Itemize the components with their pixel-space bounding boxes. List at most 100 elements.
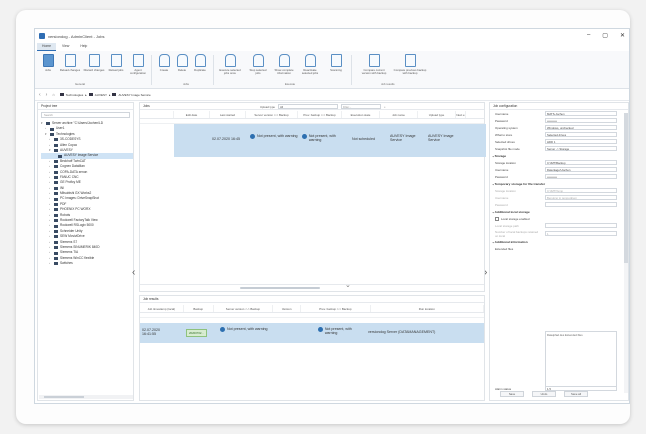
column-header[interactable]: Prev. backup <-> Backup — [298, 111, 342, 118]
table-row[interactable]: 02.07.2020 16:45 Not present, with warni… — [174, 124, 486, 157]
jobs-button[interactable]: Jobs — [37, 54, 59, 72]
reload-changes-button[interactable]: Reload changes — [59, 54, 81, 72]
horizontal-scrollbar[interactable] — [140, 284, 484, 291]
what-to-store-select[interactable]: Selected drives — [545, 132, 617, 137]
reload-jobs-button[interactable]: Reload jobs — [105, 54, 127, 72]
show-info-button[interactable]: Show complete information — [273, 54, 295, 75]
tree-view: ▾ Server archive "C:\Users\Jochen\LD › User… — [38, 121, 133, 267]
server-vs-backup-cell: Not present, with warning — [220, 327, 270, 332]
chevron-right-icon[interactable]: › — [49, 261, 52, 266]
section-header[interactable]: ⌄ Additional information — [490, 238, 628, 245]
undo-button[interactable]: Undo — [532, 391, 556, 397]
column-header[interactable]: Server version <-> Backup — [246, 111, 298, 118]
password-field[interactable]: •••••••••• — [545, 118, 617, 123]
column-header[interactable]: Backup — [184, 305, 214, 312]
tab-view[interactable]: View — [57, 43, 74, 51]
column-header[interactable]: Job name — [380, 111, 418, 118]
server-vs-backup-cell: Not present, with warning — [250, 134, 302, 139]
app-logo-icon — [39, 33, 45, 39]
jobs-search-input[interactable]: Filter... — [340, 104, 381, 109]
extended-files-textarea[interactable]: Dateipfad des Extended files — [545, 331, 617, 387]
selected-drives-field[interactable]: HDD 1 — [545, 139, 617, 144]
compare-prev-icon — [404, 54, 416, 67]
panel-title: Job results — [143, 297, 159, 301]
close-button[interactable]: ✕ — [620, 32, 625, 39]
column-header[interactable]: Server version <-> Backup — [214, 305, 274, 312]
temp-password-field[interactable] — [545, 202, 617, 207]
column-header[interactable]: Run location — [371, 305, 484, 312]
jobs-icon — [42, 54, 54, 67]
duplicate-button[interactable]: Duplicate — [189, 54, 211, 72]
column-header[interactable]: Execution state — [342, 111, 380, 118]
back-icon[interactable]: ‹ — [39, 92, 41, 98]
stop-button[interactable]: Stop selected jobs — [247, 54, 269, 75]
snapshot-mode-select[interactable]: Server -> Storage — [545, 146, 617, 151]
property-row: Storage location C:\IMT\Temp — [490, 187, 628, 194]
execute-button[interactable]: Execute selected jobs once — [219, 54, 241, 75]
scanning-button[interactable]: Scanning — [325, 54, 347, 72]
folder-icon — [54, 165, 58, 169]
local-path-field[interactable] — [545, 223, 617, 228]
breadcrumb-item[interactable]: Technologies — [66, 93, 84, 97]
collapse-left-icon[interactable]: ‹ — [132, 267, 135, 278]
scrollbar-thumb[interactable] — [624, 113, 628, 263]
table-row[interactable]: 02.07.2020 16:41:55 20200702... Not pres… — [140, 323, 484, 343]
storage-location-field[interactable]: C:\IMT\Backup — [545, 160, 617, 165]
forward-icon[interactable]: › — [46, 92, 48, 98]
property-row: Local storage path — [490, 222, 628, 229]
breadcrumb-item[interactable]: AUVESY Image Service — [118, 93, 150, 97]
folder-icon — [54, 138, 58, 142]
tab-help[interactable]: Help — [75, 43, 92, 51]
reactivate-button[interactable]: Reactivate selected jobs — [299, 54, 321, 75]
chevron-down-icon[interactable]: ▾ — [41, 121, 44, 126]
scrollbar-thumb[interactable] — [240, 287, 320, 289]
agent-configuration-button[interactable]: Agent configuration — [127, 54, 149, 75]
storage-username-field[interactable]: Datenlager\Jochen — [545, 167, 617, 172]
horizontal-scrollbar[interactable] — [39, 395, 133, 399]
operating-system-select[interactable]: Windows, unchecked — [545, 125, 617, 130]
local-storage-checkbox[interactable] — [495, 216, 499, 221]
reactivate-icon — [304, 54, 316, 67]
scrollbar-thumb[interactable] — [44, 396, 84, 398]
chevron-down-icon[interactable]: ⌄ — [345, 281, 351, 289]
home-icon[interactable]: ⌂ — [52, 92, 54, 97]
column-header[interactable]: Version — [273, 305, 302, 312]
column-header[interactable]: Edit date — [174, 111, 210, 118]
window-title: versiondog - AdminClient - Jobs — [48, 33, 105, 39]
maximize-button[interactable]: ▢ — [602, 32, 608, 39]
breadcrumb: Technologies ▸ AUVESY ▸ AUVESY Image Ser… — [59, 93, 151, 97]
section-header[interactable]: ⌄ Temporary storage for file transfer — [490, 180, 628, 187]
compare-previous-button[interactable]: Compare previous backup with backup — [393, 54, 427, 75]
search-icon[interactable]: ⌕ — [384, 105, 386, 109]
section-header[interactable]: ⌄ Additional local storage — [490, 208, 628, 215]
column-filter-row[interactable] — [140, 313, 484, 318]
minimize-button[interactable]: – — [587, 32, 590, 39]
chevron-down-icon[interactable]: ▾ — [49, 148, 52, 153]
column-header[interactable]: Upload type — [418, 111, 456, 118]
username-field[interactable]: MATS-Jochen — [545, 111, 617, 116]
column-header[interactable]: Next e — [456, 111, 466, 118]
upload-type-select[interactable]: All — [277, 104, 338, 109]
save-button[interactable]: Save — [500, 391, 524, 397]
temp-username-field[interactable]: Benutzer in temporärem — [545, 195, 617, 200]
column-header[interactable]: Last started — [210, 111, 246, 118]
folder-icon — [54, 203, 58, 207]
chevron-down-icon[interactable]: ▾ — [45, 132, 48, 137]
local-backups-stepper[interactable]: 1 — [545, 231, 617, 236]
column-header[interactable]: Job timestamp (local) — [140, 305, 184, 312]
tab-home[interactable]: Home — [37, 43, 57, 51]
section-header[interactable]: ⌄ Storage — [490, 152, 628, 159]
folder-icon — [112, 93, 117, 96]
save-all-button[interactable]: Save all — [564, 391, 588, 397]
tree-item[interactable]: › Switches — [41, 261, 133, 266]
folder-icon — [50, 132, 54, 136]
storage-password-field[interactable]: •••••••••• — [545, 174, 617, 179]
temp-location-field[interactable]: C:\IMT\Temp — [545, 188, 617, 193]
breadcrumb-item[interactable]: AUVESY — [95, 93, 107, 97]
backup-badge: 20200702... — [186, 329, 207, 337]
column-header[interactable]: Prev. backup <-> Backup — [301, 305, 371, 312]
tree-search-input[interactable]: Search — [41, 112, 130, 118]
jobs-grid-header: Edit date Last started Server version <-… — [140, 111, 484, 119]
discard-changes-button[interactable]: Discard changes — [83, 54, 105, 72]
compare-current-button[interactable]: Compare current version with backup — [359, 54, 389, 75]
